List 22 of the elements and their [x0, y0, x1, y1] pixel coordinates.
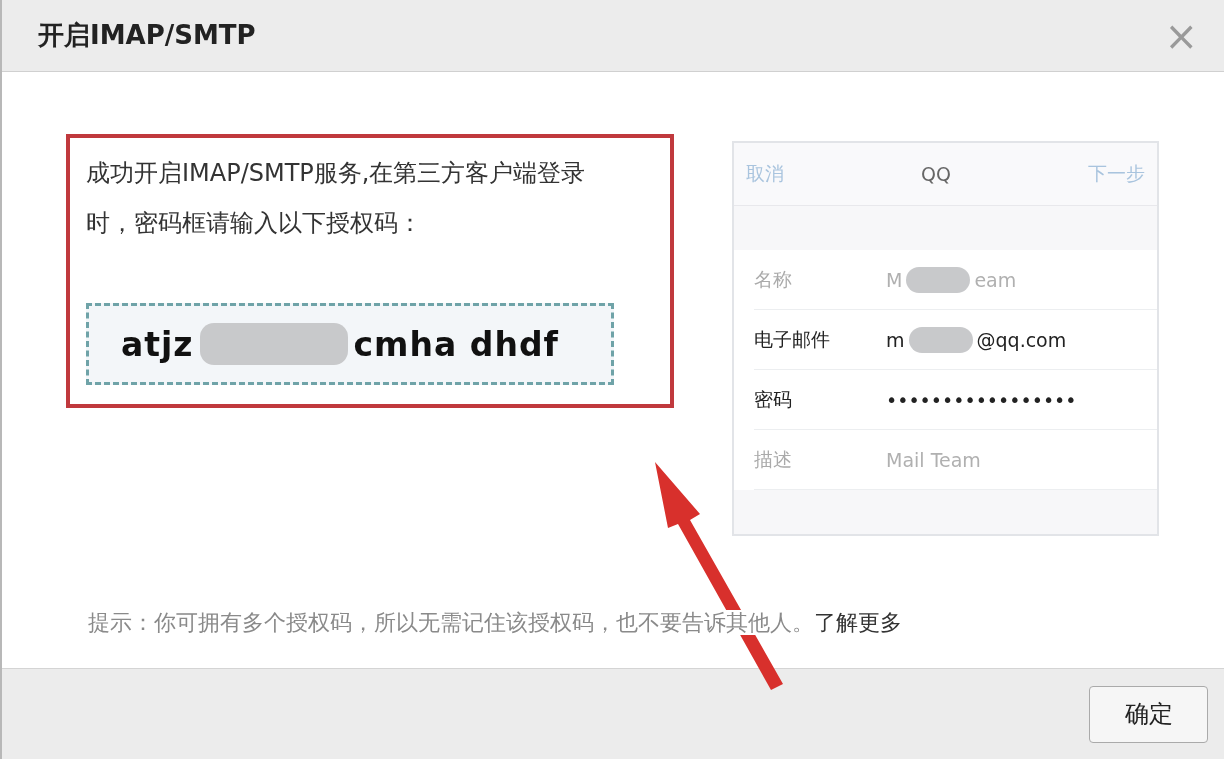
nav-title: QQ: [921, 163, 951, 185]
auth-code-text: atjz: [121, 324, 194, 364]
dialog-title: 开启IMAP/SMTP: [38, 19, 256, 52]
auth-code-text: cmha dhdf: [353, 324, 559, 364]
field-label: 电子邮件: [754, 326, 831, 352]
field-value: Mail Team: [886, 448, 981, 471]
ok-button[interactable]: 确定: [1089, 685, 1208, 743]
field-value: •••••••••••••••••: [886, 388, 1077, 411]
field-value: M: [886, 268, 903, 291]
field-value: @qq.com: [976, 328, 1067, 351]
field-label: 描述: [754, 446, 793, 472]
cancel-link[interactable]: 取消: [746, 161, 784, 187]
field-label: 密码: [754, 386, 793, 412]
close-button[interactable]: ×: [1160, 15, 1202, 56]
message-text: 成功开启IMAP/SMTP服务,在第三方客户端登录时，密码框请输入以下授权码：: [86, 158, 587, 239]
field-value: eam: [974, 268, 1017, 291]
redaction-mark: [908, 326, 973, 353]
field-value: m: [886, 328, 905, 351]
field-label: 名称: [754, 266, 793, 292]
learn-more-link[interactable]: 了解更多: [814, 610, 902, 635]
next-link[interactable]: 下一步: [1088, 161, 1145, 187]
redaction-mark: [906, 266, 971, 293]
